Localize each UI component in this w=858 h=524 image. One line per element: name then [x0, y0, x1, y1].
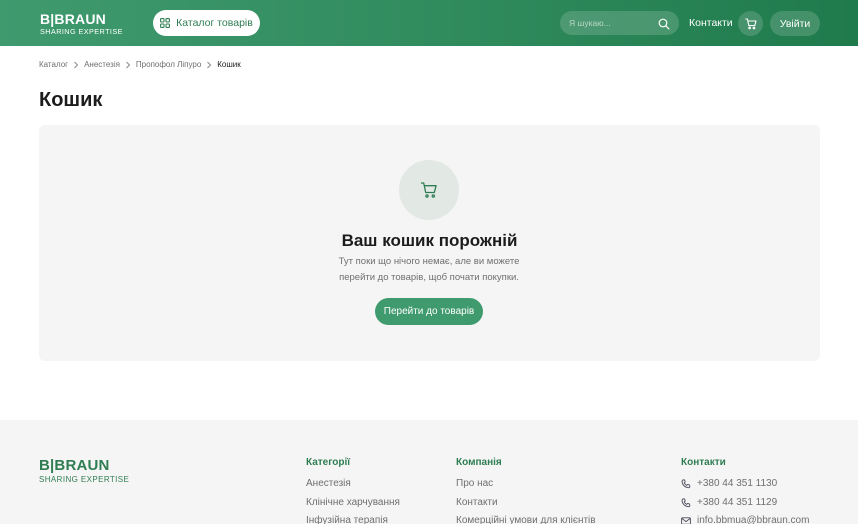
empty-cart-text: Тут поки що нічого немає, але ви можете …: [338, 256, 520, 283]
cart-button[interactable]: [738, 11, 763, 36]
footer-logo-brand: B|BRAUN: [39, 457, 110, 474]
footer-categories: Категорії Анестезія Клінічне харчування …: [306, 457, 400, 524]
site-footer: B|BRAUN SHARING EXPERTISE Категорії Анес…: [0, 420, 858, 524]
footer-contacts-title: Контакти: [681, 457, 726, 468]
login-button[interactable]: Увійти: [770, 11, 820, 36]
grid-icon: [160, 18, 171, 28]
breadcrumb-current: Кошик: [217, 60, 241, 69]
contacts-link[interactable]: Контакти: [689, 17, 733, 29]
empty-cart-title: Ваш кошик порожній: [341, 231, 518, 250]
breadcrumb-catalog[interactable]: Каталог: [39, 60, 68, 69]
footer-contacts: Контакти +380 44 351 1130 +380 44 351 11…: [681, 457, 809, 524]
footer-link-contacts[interactable]: Контакти: [456, 497, 596, 516]
cart-icon: [420, 181, 438, 199]
footer-phone-1[interactable]: +380 44 351 1130: [681, 478, 809, 497]
search-icon[interactable]: [658, 17, 670, 35]
page-title: Кошик: [39, 89, 103, 111]
breadcrumb-product[interactable]: Пропофол Ліпуро: [136, 60, 201, 69]
phone-icon: [681, 478, 691, 489]
logo-tagline: SHARING EXPERTISE: [40, 27, 123, 36]
catalog-button-label: Каталог товарів: [176, 17, 253, 29]
catalog-button[interactable]: Каталог товарів: [153, 10, 260, 36]
footer-email[interactable]: info.bbmua@bbraun.com: [681, 515, 809, 524]
footer-phone-2[interactable]: +380 44 351 1129: [681, 497, 809, 516]
bbraun-logo[interactable]: B|BRAUN SHARING EXPERTISE: [40, 12, 123, 35]
search-input[interactable]: [569, 11, 654, 35]
chevron-right-icon: [73, 61, 79, 69]
footer-company-title: Компанія: [456, 457, 502, 468]
empty-cart-panel: Ваш кошик порожній Тут поки що нічого не…: [39, 125, 820, 361]
site-header: B|BRAUN SHARING EXPERTISE Каталог товарі…: [0, 0, 858, 46]
logo-brand: B|BRAUN: [40, 11, 106, 27]
chevron-right-icon: [125, 61, 131, 69]
footer-phone-2-text: +380 44 351 1129: [697, 496, 778, 508]
footer-link-anesthesia[interactable]: Анестезія: [306, 478, 400, 497]
breadcrumb-anesthesia[interactable]: Анестезія: [84, 60, 120, 69]
footer-logo-tagline: SHARING EXPERTISE: [39, 475, 130, 484]
footer-categories-title: Категорії: [306, 457, 351, 468]
phone-icon: [681, 497, 691, 508]
breadcrumb: Каталог Анестезія Пропофол Ліпуро Кошик: [39, 60, 241, 69]
cart-icon: [744, 17, 757, 30]
footer-link-about[interactable]: Про нас: [456, 478, 596, 497]
footer-email-text: info.bbmua@bbraun.com: [697, 515, 810, 524]
go-to-products-button[interactable]: Перейти до товарів: [375, 298, 483, 325]
mail-icon: [681, 515, 691, 524]
empty-cart-icon-wrapper: [399, 160, 459, 220]
chevron-right-icon: [206, 61, 212, 69]
search-box: [560, 11, 679, 35]
footer-link-terms[interactable]: Комерційні умови для клієнтів: [456, 515, 596, 524]
footer-phone-1-text: +380 44 351 1130: [697, 478, 778, 489]
footer-company: Компанія Про нас Контакти Комерційні умо…: [456, 457, 596, 524]
footer-link-infusion-therapy[interactable]: Інфузійна терапія: [306, 515, 400, 524]
footer-bbraun-logo[interactable]: B|BRAUN SHARING EXPERTISE: [39, 458, 129, 484]
footer-link-clinical-nutrition[interactable]: Клінічне харчування: [306, 497, 400, 516]
